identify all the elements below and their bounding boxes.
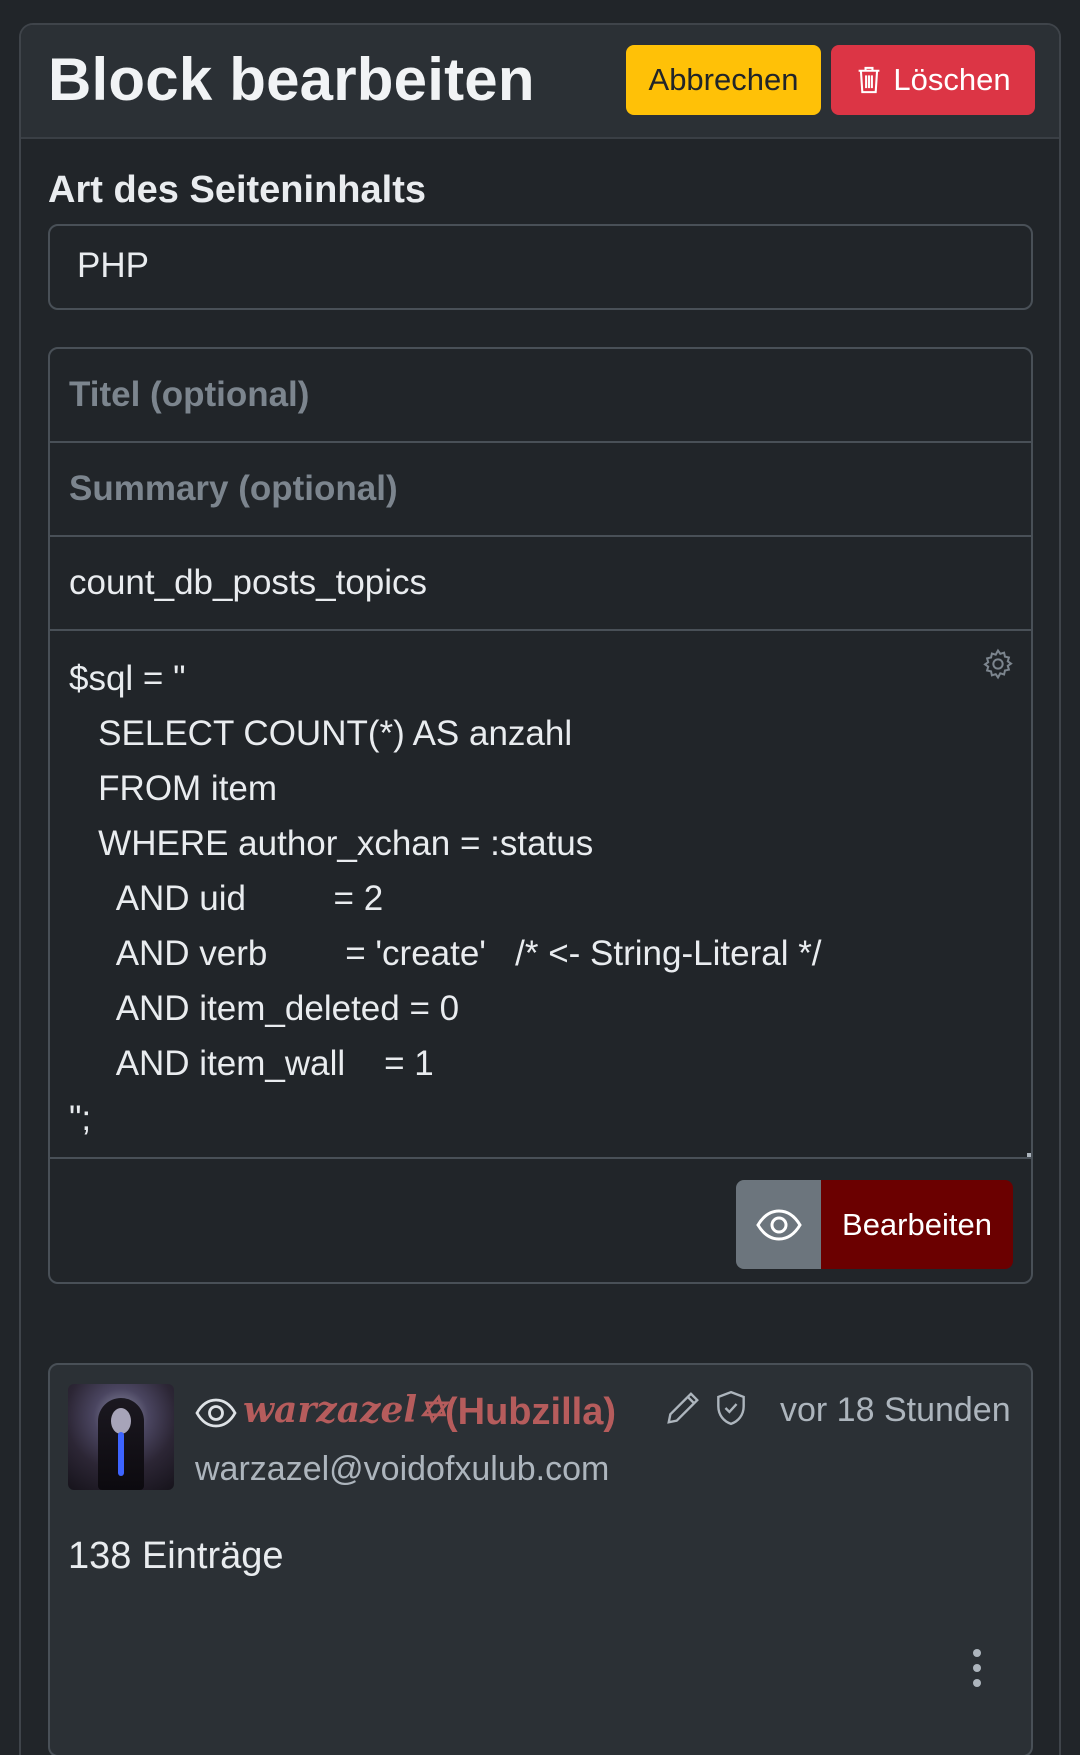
delete-button[interactable]: Löschen <box>831 45 1035 115</box>
post-body: 138 Einträge <box>68 1535 284 1577</box>
eye-icon <box>755 1208 802 1241</box>
code-line: AND uid = 2 <box>69 879 384 918</box>
trash-icon <box>859 66 880 94</box>
card-header: Block bearbeiten Abbrechen Löschen <box>21 25 1059 139</box>
post-time[interactable]: vor 18 Stunden <box>780 1391 1011 1430</box>
code-line: "; <box>69 1099 92 1138</box>
block-form: Titel (optional) Summary (optional) coun… <box>48 347 1033 1284</box>
content-type-label: Art des Seiteninhalts <box>48 169 426 211</box>
more-vertical-icon[interactable] <box>971 1647 983 1689</box>
block-name-input[interactable]: count_db_posts_topics <box>50 537 1031 631</box>
title-placeholder: Titel (optional) <box>69 375 310 414</box>
gear-icon[interactable] <box>981 647 1015 681</box>
page-title: Block bearbeiten <box>48 46 535 113</box>
edit-block-card: Block bearbeiten Abbrechen Löschen Art d… <box>19 23 1061 1755</box>
editor-actions: Bearbeiten <box>736 1180 1013 1269</box>
code-line: AND verb = 'create' /* <- String-Literal… <box>69 934 822 973</box>
author-address: warzazel@voidofxulub.com <box>195 1450 610 1488</box>
title-input[interactable]: Titel (optional) <box>50 349 1031 443</box>
code-line: SELECT COUNT(*) AS anzahl <box>69 714 573 753</box>
pencil-icon[interactable] <box>664 1389 702 1427</box>
avatar[interactable] <box>68 1384 174 1490</box>
content-type-select[interactable]: PHP <box>48 224 1033 310</box>
resize-handle[interactable] <box>1027 1153 1031 1157</box>
code-editor[interactable]: $sql = " SELECT COUNT(*) AS anzahl FROM … <box>50 631 1031 1159</box>
delete-button-label: Löschen <box>893 62 1011 97</box>
code-line: AND item_wall = 1 <box>69 1044 434 1083</box>
block-name-value: count_db_posts_topics <box>69 563 428 602</box>
cancel-button[interactable]: Abbrechen <box>626 45 821 115</box>
code-line: FROM item <box>69 769 278 808</box>
post-preview: warzazel✡ (Hubzilla) vor 18 Stunden warz… <box>48 1363 1033 1755</box>
code-line: WHERE author_xchan = :status <box>69 824 594 863</box>
author-network[interactable]: (Hubzilla) <box>445 1391 616 1434</box>
post-meta-icons <box>664 1389 750 1427</box>
eye-icon[interactable] <box>195 1398 237 1428</box>
shield-check-icon[interactable] <box>712 1389 750 1427</box>
preview-button[interactable] <box>736 1180 821 1269</box>
code-line: $sql = " <box>69 659 186 698</box>
code-line: AND item_deleted = 0 <box>69 989 460 1028</box>
summary-placeholder: Summary (optional) <box>69 469 398 508</box>
summary-input[interactable]: Summary (optional) <box>50 443 1031 537</box>
edit-button[interactable]: Bearbeiten <box>821 1180 1013 1269</box>
author-name[interactable]: warzazel✡ <box>243 1389 447 1431</box>
